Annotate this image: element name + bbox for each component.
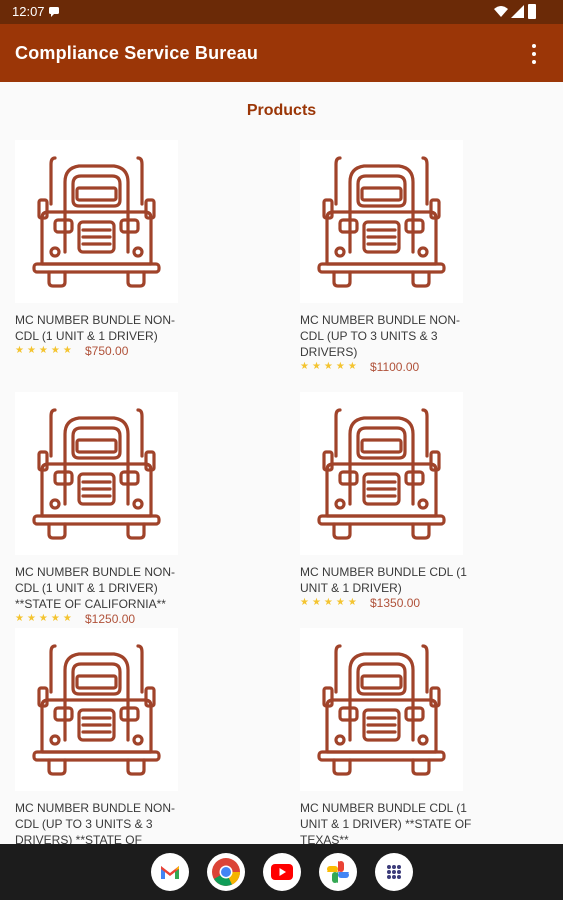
section-title: Products: [246, 102, 317, 119]
product-rating: ★★★★★: [15, 345, 75, 356]
product-name: MC NUMBER BUNDLE CDL (1 UNIT & 1 DRIVER)…: [300, 801, 472, 844]
product-price: $1100.00: [370, 360, 420, 374]
truck-icon: [32, 156, 161, 288]
product-rating: ★★★★★: [300, 361, 360, 372]
product-image: [15, 628, 178, 791]
truck-icon: [317, 156, 446, 288]
product-image: [15, 392, 178, 555]
product-image: [300, 392, 463, 555]
app-drawer-icon[interactable]: [375, 853, 413, 891]
products-screen[interactable]: Products MC NUMBER BUNDLE NON-CDL (1 UNI…: [0, 82, 563, 844]
gmail-icon[interactable]: [151, 853, 189, 891]
photos-icon[interactable]: [319, 853, 357, 891]
product-name: MC NUMBER BUNDLE NON-CDL (UP TO 3 UNITS …: [15, 801, 176, 844]
product-image: [300, 628, 463, 791]
status-bar: 12:07: [0, 0, 563, 24]
status-time: 12:07: [12, 4, 45, 19]
product-image: [15, 140, 178, 303]
battery-icon: [528, 4, 536, 19]
overflow-menu-icon[interactable]: [522, 42, 546, 66]
truck-icon: [32, 408, 161, 540]
truck-icon: [317, 644, 446, 776]
product-name: MC NUMBER BUNDLE CDL (1 UNIT & 1 DRIVER): [300, 565, 467, 595]
youtube-icon[interactable]: [263, 853, 301, 891]
navigation-bar: [0, 844, 563, 900]
product-name: MC NUMBER BUNDLE NON-CDL (1 UNIT & 1 DRI…: [15, 565, 176, 611]
notification-icon: [49, 7, 59, 17]
product-rating: ★★★★★: [15, 613, 75, 624]
product-rating: ★★★★★: [300, 597, 360, 608]
product-price: $1250.00: [85, 612, 136, 626]
signal-icon: [511, 5, 524, 18]
product-price: $750.00: [85, 344, 129, 358]
product-price: $1350.00: [370, 596, 421, 610]
chrome-icon[interactable]: [207, 853, 245, 891]
truck-icon: [32, 644, 161, 776]
app-title: Compliance Service Bureau: [15, 43, 259, 63]
truck-icon: [317, 408, 446, 540]
product-image: [300, 140, 463, 303]
wifi-icon: [494, 6, 508, 17]
product-name: MC NUMBER BUNDLE NON-CDL (1 UNIT & 1 DRI…: [15, 313, 176, 343]
app-bar: Compliance Service Bureau: [0, 24, 563, 82]
product-name: MC NUMBER BUNDLE NON-CDL (UP TO 3 UNITS …: [300, 313, 461, 359]
